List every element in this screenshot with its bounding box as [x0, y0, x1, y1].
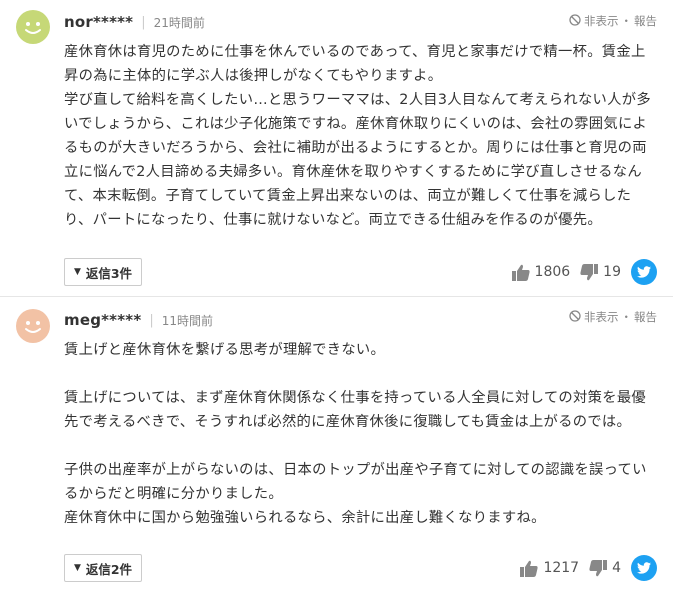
username[interactable]: nor***** — [64, 13, 133, 31]
replies-button[interactable]: ▼ 返信3件 — [64, 258, 142, 286]
smiley-avatar-icon — [25, 22, 41, 34]
comment-body: 産休育休は育児のために仕事を休んでいるのであって、育児と家事だけで精一杯。賃金上… — [64, 40, 656, 232]
ban-icon — [569, 13, 581, 29]
avatar — [16, 10, 50, 44]
like-button[interactable]: 1806 — [511, 264, 571, 281]
dislike-button[interactable]: 4 — [589, 559, 621, 577]
replies-label: 返信3件 — [85, 265, 133, 281]
comment-meta: nor***** | 21時間前 — [64, 13, 205, 31]
comment-paragraph: 産休育休は育児のために仕事を休んでいるのであって、育児と家事だけで精一杯。賃金上… — [64, 44, 646, 84]
triangle-down-icon: ▼ — [73, 563, 81, 573]
thumbs-down-icon — [589, 559, 608, 576]
thumbs-up-icon — [511, 264, 530, 281]
dislike-count: 4 — [612, 560, 621, 576]
comment-meta: meg***** | 11時間前 — [64, 311, 213, 329]
separator-dot: ・ — [620, 14, 633, 28]
hide-report-links: 非表示 ・ 報告 — [569, 309, 657, 325]
like-button[interactable]: 1217 — [520, 560, 579, 577]
thumbs-up-icon — [520, 560, 539, 577]
comment-paragraph: 子供の出産率が上がらないのは、日本のトップが出産や子育てに対しての認識を誤ってい… — [64, 462, 647, 502]
replies-label: 返信2件 — [85, 561, 133, 577]
twitter-share-button[interactable] — [631, 259, 657, 285]
dislike-count: 19 — [603, 264, 621, 280]
comment-actions: 1217 4 — [510, 555, 657, 581]
triangle-down-icon: ▼ — [73, 267, 81, 277]
ban-icon — [569, 309, 581, 325]
comment-body: 賃上げと産休育休を繋げる思考が理解できない。 賃上げについては、まず産休育休関係… — [64, 338, 656, 530]
comment-paragraph: 産休育休中に国から勉強強いられるなら、余計に出産し難くなりますね。 — [64, 510, 546, 526]
like-count: 1806 — [534, 264, 571, 280]
like-count: 1217 — [543, 560, 580, 576]
comment-paragraph: 賃上げと産休育休を繋げる思考が理解できない。 — [64, 342, 386, 358]
comment-item: nor***** | 21時間前 非表示 ・ 報告 産休育休は育児のために仕事を… — [0, 0, 673, 296]
twitter-icon — [637, 266, 651, 278]
report-link[interactable]: 報告 — [634, 309, 657, 325]
timestamp: 21時間前 — [153, 15, 205, 30]
username[interactable]: meg***** — [64, 311, 141, 329]
meta-divider: | — [149, 312, 154, 328]
separator-dot: ・ — [620, 310, 633, 324]
meta-divider: | — [141, 14, 146, 30]
thumbs-down-icon — [580, 263, 599, 280]
report-link[interactable]: 報告 — [634, 13, 657, 29]
comment-actions: 1806 19 — [502, 259, 657, 285]
hide-link[interactable]: 非表示 — [584, 309, 619, 325]
comment-paragraph: 賃上げについては、まず産休育休関係なく仕事を持っている人全員に対しての対策を最優… — [64, 390, 647, 430]
dislike-button[interactable]: 19 — [580, 263, 621, 281]
comment-paragraph: 学び直して給料を高くしたい…と思うワーママは、2人目3人目なんて考えられない人が… — [64, 92, 651, 228]
replies-button[interactable]: ▼ 返信2件 — [64, 554, 142, 582]
smiley-avatar-icon — [25, 321, 41, 333]
avatar — [16, 309, 50, 343]
hide-link[interactable]: 非表示 — [584, 13, 619, 29]
twitter-icon — [637, 562, 651, 574]
hide-report-links: 非表示 ・ 報告 — [569, 13, 657, 29]
twitter-share-button[interactable] — [631, 555, 657, 581]
comment-item: meg***** | 11時間前 非表示 ・ 報告 賃上げと産休育休を繋げる思考… — [0, 296, 673, 598]
timestamp: 11時間前 — [161, 313, 214, 328]
